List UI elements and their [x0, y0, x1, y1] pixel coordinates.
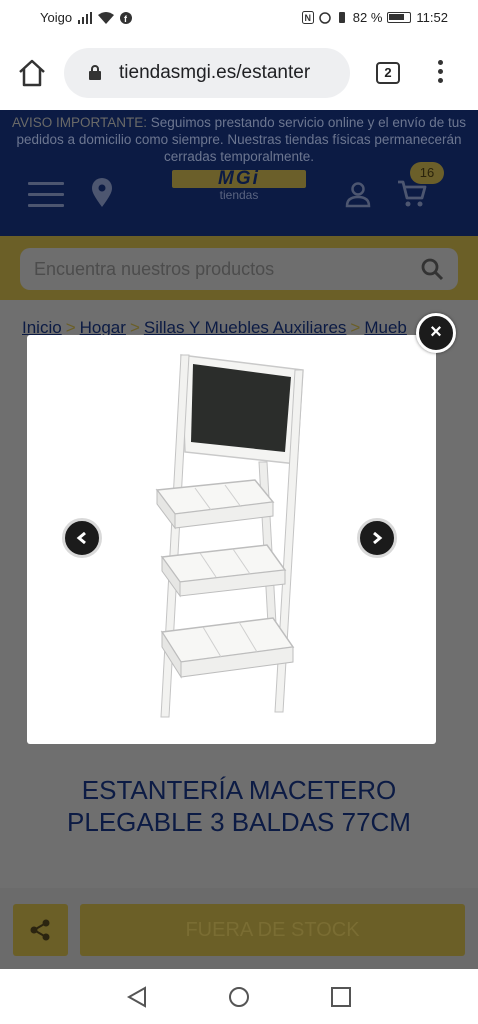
- tab-switcher-button[interactable]: 2: [376, 62, 400, 84]
- alarm-icon: [319, 12, 331, 24]
- product-action-bar: FUERA DE STOCK: [0, 888, 478, 969]
- svg-text:N: N: [304, 13, 311, 23]
- chevron-left-icon: [76, 532, 86, 544]
- out-of-stock-button[interactable]: FUERA DE STOCK: [80, 904, 465, 956]
- site-header: AVISO IMPORTANTE: Seguimos prestando ser…: [0, 110, 478, 236]
- close-icon: ×: [430, 321, 442, 343]
- carrier-label: Yoigo: [40, 10, 73, 25]
- home-button[interactable]: [16, 58, 48, 88]
- logo-text: MGi: [218, 168, 260, 189]
- product-title-line-1: ESTANTERÍA MACETERO: [81, 775, 397, 805]
- wifi-icon: [98, 11, 115, 24]
- site-logo[interactable]: MGi tiendas: [172, 168, 306, 212]
- facebook-icon: f: [120, 11, 133, 24]
- image-lightbox: [27, 335, 436, 744]
- clock: 11:52: [416, 10, 448, 25]
- browser-toolbar: tiendasmgi.es/estanter 2: [0, 36, 478, 110]
- battery-icon: [387, 12, 412, 23]
- url-text: tiendasmgi.es/estanter: [119, 62, 311, 83]
- search-icon[interactable]: [420, 257, 444, 281]
- search-placeholder: Encuentra nuestros productos: [34, 259, 275, 279]
- status-left: Yoigo f: [40, 10, 133, 25]
- close-lightbox-button[interactable]: ×: [416, 313, 456, 353]
- share-button[interactable]: [13, 904, 68, 956]
- home-nav-icon[interactable]: [228, 986, 250, 1008]
- notice-highlight: AVISO IMPORTANTE:: [12, 115, 148, 130]
- search-band: Encuentra nuestros productos: [0, 236, 478, 300]
- vibrate-icon: [338, 12, 345, 23]
- next-image-button[interactable]: [357, 518, 397, 558]
- chevron-right-icon: [373, 532, 383, 544]
- lock-icon: [89, 65, 101, 80]
- battery-percent: 82 %: [352, 10, 383, 25]
- status-bar: Yoigo f N 82 % 11:52: [0, 0, 478, 36]
- location-pin-icon[interactable]: [90, 178, 114, 208]
- share-icon: [30, 919, 50, 941]
- nfc-icon: N: [301, 11, 314, 24]
- signal-icon: [78, 11, 93, 24]
- status-right: N 82 % 11:52: [301, 10, 448, 25]
- product-title: ESTANTERÍA MACETERO PLEGABLE 3 BALDAS 77…: [30, 774, 448, 838]
- hamburger-menu-icon[interactable]: [28, 182, 64, 208]
- important-notice: AVISO IMPORTANTE: Seguimos prestando ser…: [8, 114, 470, 165]
- user-account-icon[interactable]: [344, 180, 372, 208]
- product-title-line-2: PLEGABLE 3 BALDAS 77CM: [67, 807, 411, 837]
- address-bar[interactable]: tiendasmgi.es/estanter: [64, 48, 350, 98]
- overflow-menu-button[interactable]: [434, 60, 446, 86]
- previous-image-button[interactable]: [62, 518, 102, 558]
- logo-subtitle: tiendas: [219, 188, 259, 202]
- system-navigation-bar: [0, 969, 478, 1024]
- home-icon: [19, 59, 45, 87]
- screen: Yoigo f N 82 % 11:52 tiendasmgi.es/estan…: [0, 0, 478, 1024]
- back-nav-icon[interactable]: [126, 986, 148, 1008]
- search-input[interactable]: Encuentra nuestros productos: [20, 248, 458, 290]
- recents-nav-icon[interactable]: [330, 986, 352, 1008]
- cart-count-badge: 16: [410, 162, 444, 184]
